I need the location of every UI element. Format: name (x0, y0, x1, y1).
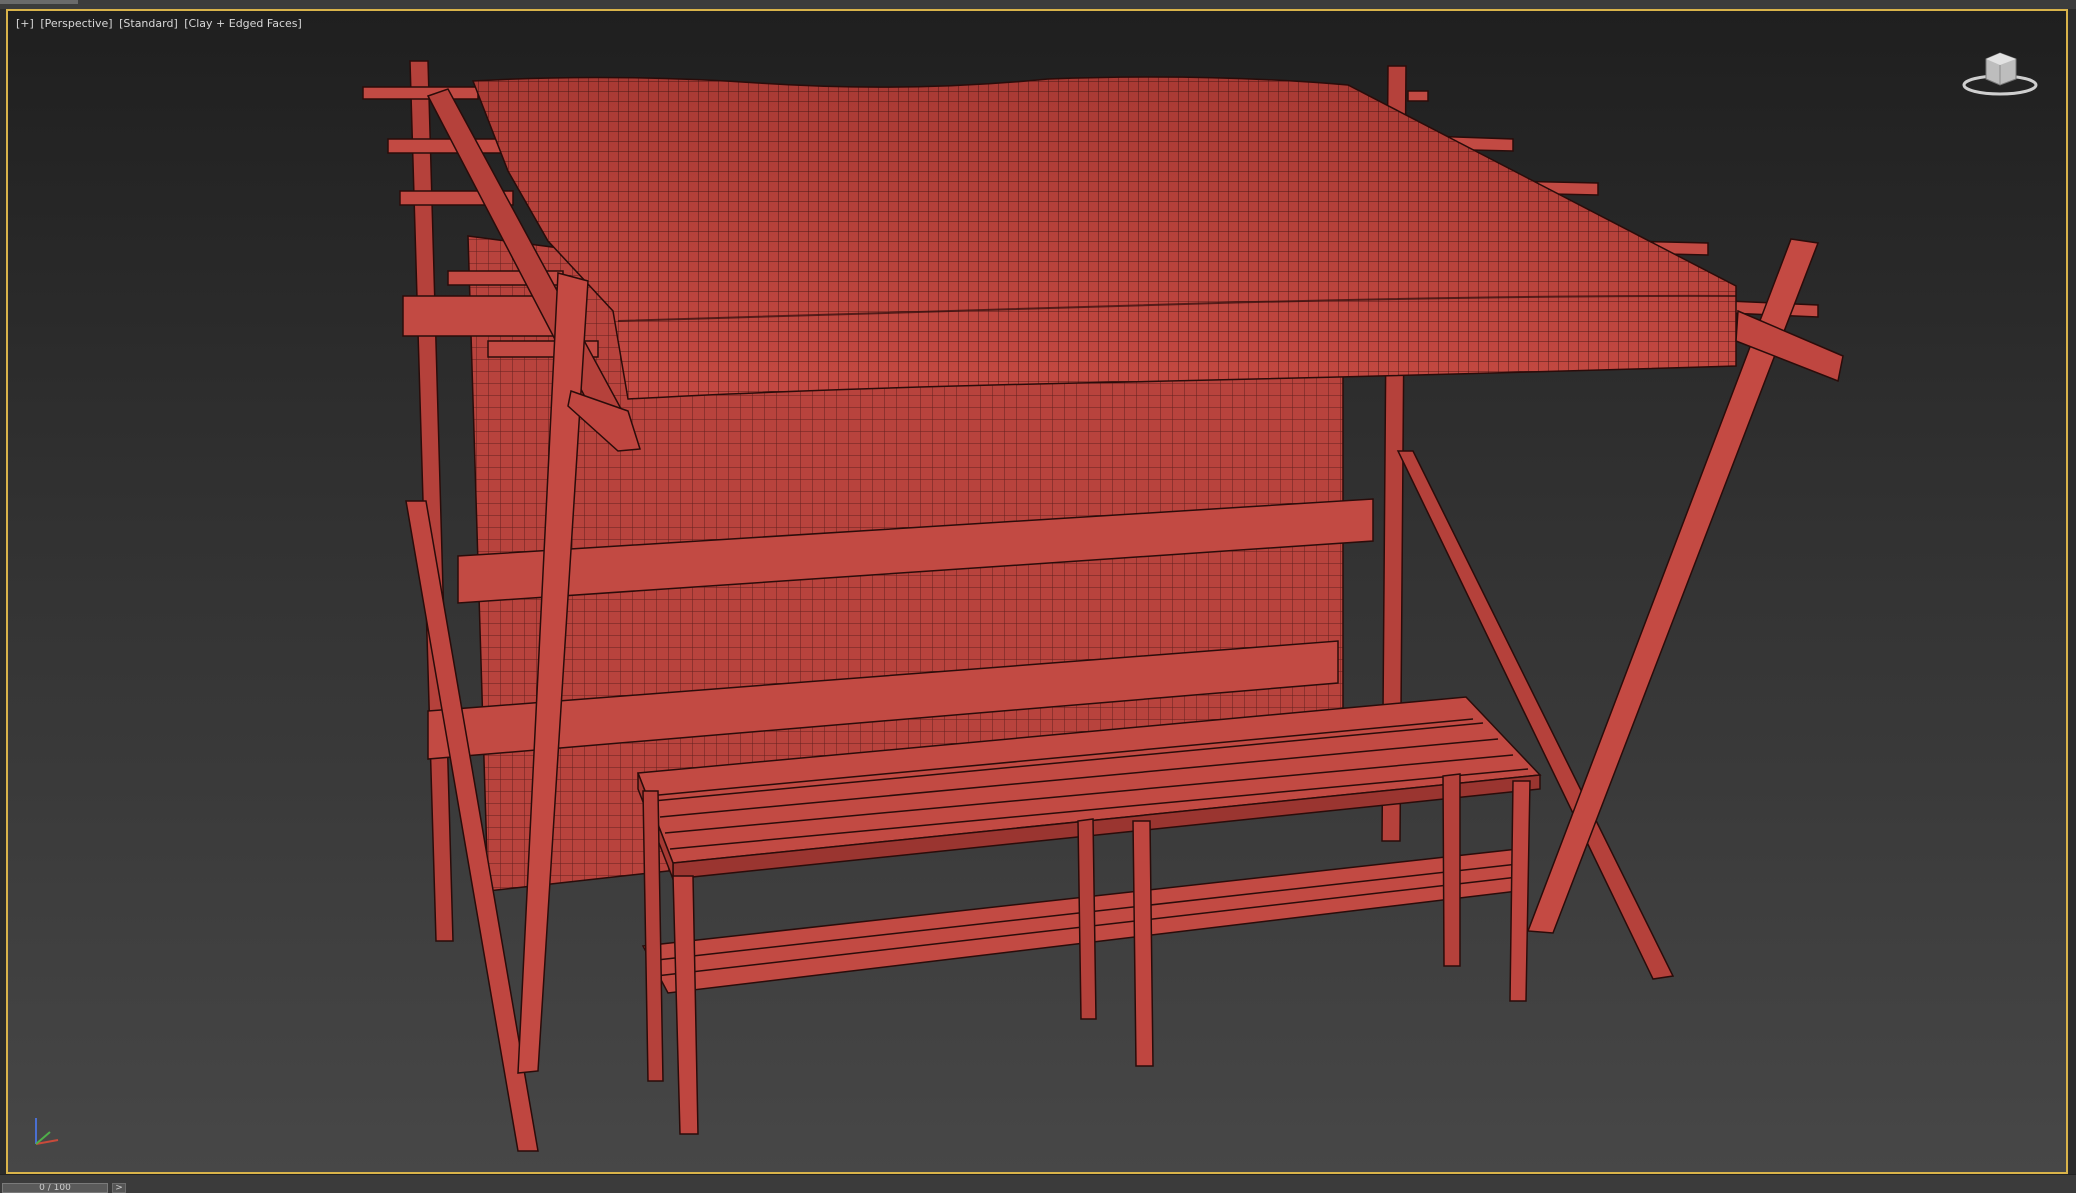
bench[interactable] (636, 696, 1542, 1135)
top-strip (0, 0, 2076, 9)
viewport-menu-perspective[interactable]: [Perspective] (40, 17, 112, 30)
viewport-menu-standard[interactable]: [Standard] (119, 17, 178, 30)
time-bar: 0 / 100 > (0, 1174, 2076, 1193)
market-stall-model[interactable] (8, 11, 2066, 1172)
axis-tripod-icon (35, 1118, 59, 1145)
viewport-menu-plus[interactable]: [+] (16, 17, 34, 30)
top-tab[interactable] (0, 0, 78, 4)
canopy-cloth (471, 76, 1737, 400)
viewport-label[interactable]: [+] [Perspective] [Standard] [Clay + Edg… (16, 17, 305, 30)
viewcube-icon[interactable] (1960, 49, 2040, 99)
viewport-menu-shading[interactable]: [Clay + Edged Faces] (184, 17, 302, 30)
perspective-viewport[interactable]: [+] [Perspective] [Standard] [Clay + Edg… (6, 9, 2068, 1174)
